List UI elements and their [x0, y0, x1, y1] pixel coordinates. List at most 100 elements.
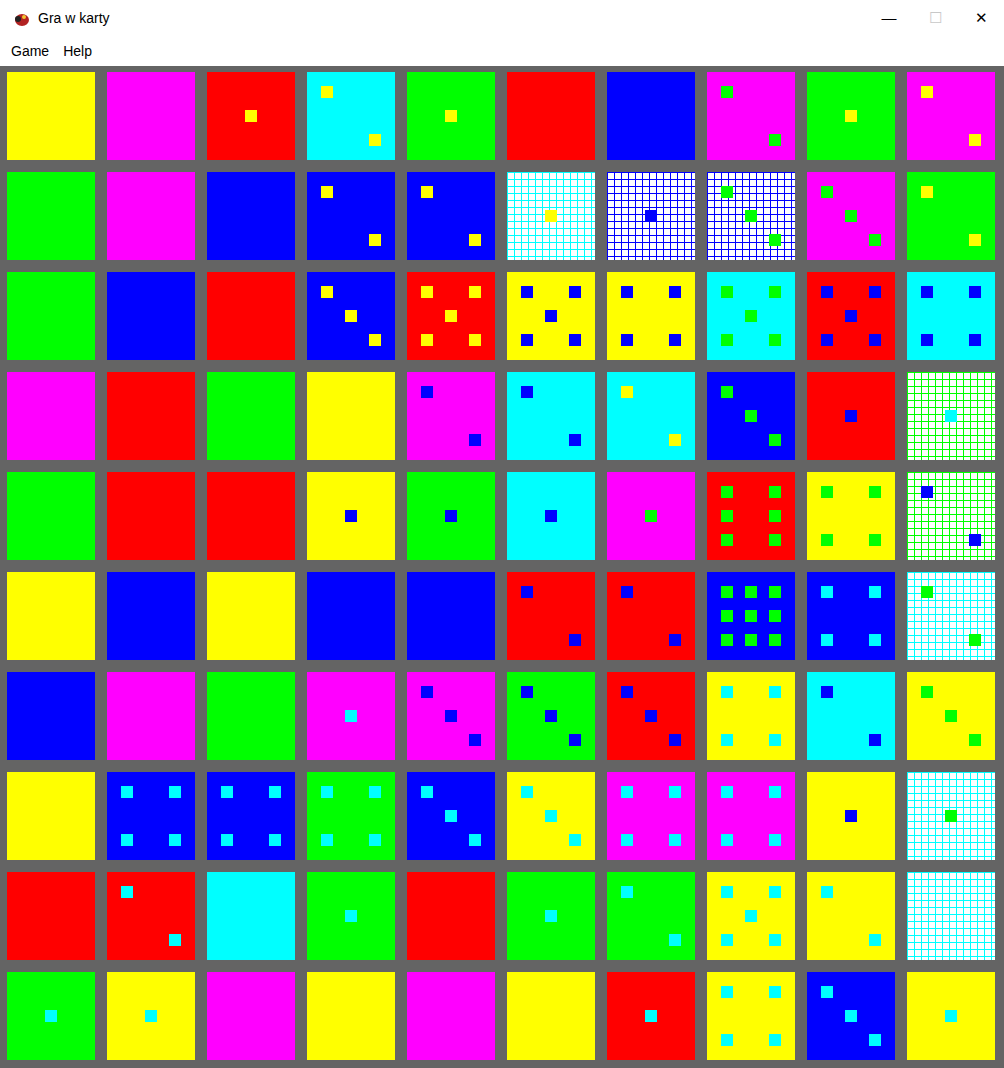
- window-control[interactable]: ☐: [912, 0, 958, 37]
- card[interactable]: [807, 72, 895, 160]
- card[interactable]: [507, 272, 595, 360]
- card[interactable]: [307, 172, 395, 260]
- card[interactable]: [407, 872, 495, 960]
- card[interactable]: [307, 672, 395, 760]
- card[interactable]: [107, 572, 195, 660]
- card[interactable]: [507, 72, 595, 160]
- card[interactable]: [207, 472, 295, 560]
- card[interactable]: [7, 672, 95, 760]
- card[interactable]: [807, 472, 895, 560]
- card[interactable]: [307, 572, 395, 660]
- card[interactable]: [607, 172, 695, 260]
- card[interactable]: [707, 472, 795, 560]
- card[interactable]: [207, 572, 295, 660]
- card[interactable]: [7, 572, 95, 660]
- card[interactable]: [707, 872, 795, 960]
- card[interactable]: [7, 772, 95, 860]
- card[interactable]: [607, 572, 695, 660]
- card[interactable]: [807, 772, 895, 860]
- card[interactable]: [407, 172, 495, 260]
- card[interactable]: [207, 172, 295, 260]
- card[interactable]: [407, 672, 495, 760]
- card[interactable]: [7, 272, 95, 360]
- card[interactable]: [607, 872, 695, 960]
- card[interactable]: [607, 672, 695, 760]
- card[interactable]: [407, 972, 495, 1060]
- card[interactable]: [807, 372, 895, 460]
- card[interactable]: [607, 72, 695, 160]
- card[interactable]: [407, 472, 495, 560]
- card[interactable]: [907, 972, 995, 1060]
- card[interactable]: [707, 572, 795, 660]
- card[interactable]: [407, 272, 495, 360]
- card[interactable]: [907, 72, 995, 160]
- card[interactable]: [7, 872, 95, 960]
- card[interactable]: [207, 872, 295, 960]
- card[interactable]: [907, 372, 995, 460]
- card[interactable]: [207, 272, 295, 360]
- card[interactable]: [607, 772, 695, 860]
- menu-item[interactable]: Game: [4, 41, 56, 62]
- card[interactable]: [107, 172, 195, 260]
- window-control[interactable]: ✕: [958, 0, 1004, 37]
- card[interactable]: [107, 372, 195, 460]
- card[interactable]: [907, 472, 995, 560]
- card[interactable]: [607, 272, 695, 360]
- card[interactable]: [107, 972, 195, 1060]
- card[interactable]: [207, 72, 295, 160]
- card[interactable]: [807, 672, 895, 760]
- card[interactable]: [807, 272, 895, 360]
- card[interactable]: [707, 772, 795, 860]
- card[interactable]: [7, 972, 95, 1060]
- card[interactable]: [207, 772, 295, 860]
- card[interactable]: [407, 572, 495, 660]
- card[interactable]: [207, 972, 295, 1060]
- card[interactable]: [907, 772, 995, 860]
- card[interactable]: [107, 872, 195, 960]
- card[interactable]: [107, 72, 195, 160]
- card[interactable]: [307, 72, 395, 160]
- card[interactable]: [907, 172, 995, 260]
- card[interactable]: [407, 72, 495, 160]
- card[interactable]: [307, 972, 395, 1060]
- card[interactable]: [507, 772, 595, 860]
- card[interactable]: [107, 772, 195, 860]
- card[interactable]: [607, 472, 695, 560]
- card[interactable]: [7, 72, 95, 160]
- card[interactable]: [407, 772, 495, 860]
- card[interactable]: [607, 372, 695, 460]
- card[interactable]: [7, 472, 95, 560]
- card[interactable]: [207, 372, 295, 460]
- card[interactable]: [107, 472, 195, 560]
- card[interactable]: [307, 872, 395, 960]
- card[interactable]: [507, 872, 595, 960]
- card[interactable]: [107, 272, 195, 360]
- card[interactable]: [507, 372, 595, 460]
- card[interactable]: [907, 272, 995, 360]
- card[interactable]: [107, 672, 195, 760]
- card[interactable]: [907, 872, 995, 960]
- card[interactable]: [707, 372, 795, 460]
- card[interactable]: [307, 272, 395, 360]
- card[interactable]: [707, 672, 795, 760]
- card[interactable]: [707, 272, 795, 360]
- card[interactable]: [607, 972, 695, 1060]
- card[interactable]: [707, 172, 795, 260]
- card[interactable]: [807, 872, 895, 960]
- card[interactable]: [507, 472, 595, 560]
- card[interactable]: [7, 372, 95, 460]
- card[interactable]: [807, 172, 895, 260]
- card[interactable]: [807, 572, 895, 660]
- card[interactable]: [307, 372, 395, 460]
- card[interactable]: [307, 472, 395, 560]
- card[interactable]: [707, 72, 795, 160]
- card[interactable]: [907, 572, 995, 660]
- window-control[interactable]: —: [866, 0, 912, 37]
- card[interactable]: [7, 172, 95, 260]
- card[interactable]: [507, 172, 595, 260]
- menu-item[interactable]: Help: [56, 41, 99, 62]
- card[interactable]: [807, 972, 895, 1060]
- card[interactable]: [907, 672, 995, 760]
- card[interactable]: [207, 672, 295, 760]
- card[interactable]: [707, 972, 795, 1060]
